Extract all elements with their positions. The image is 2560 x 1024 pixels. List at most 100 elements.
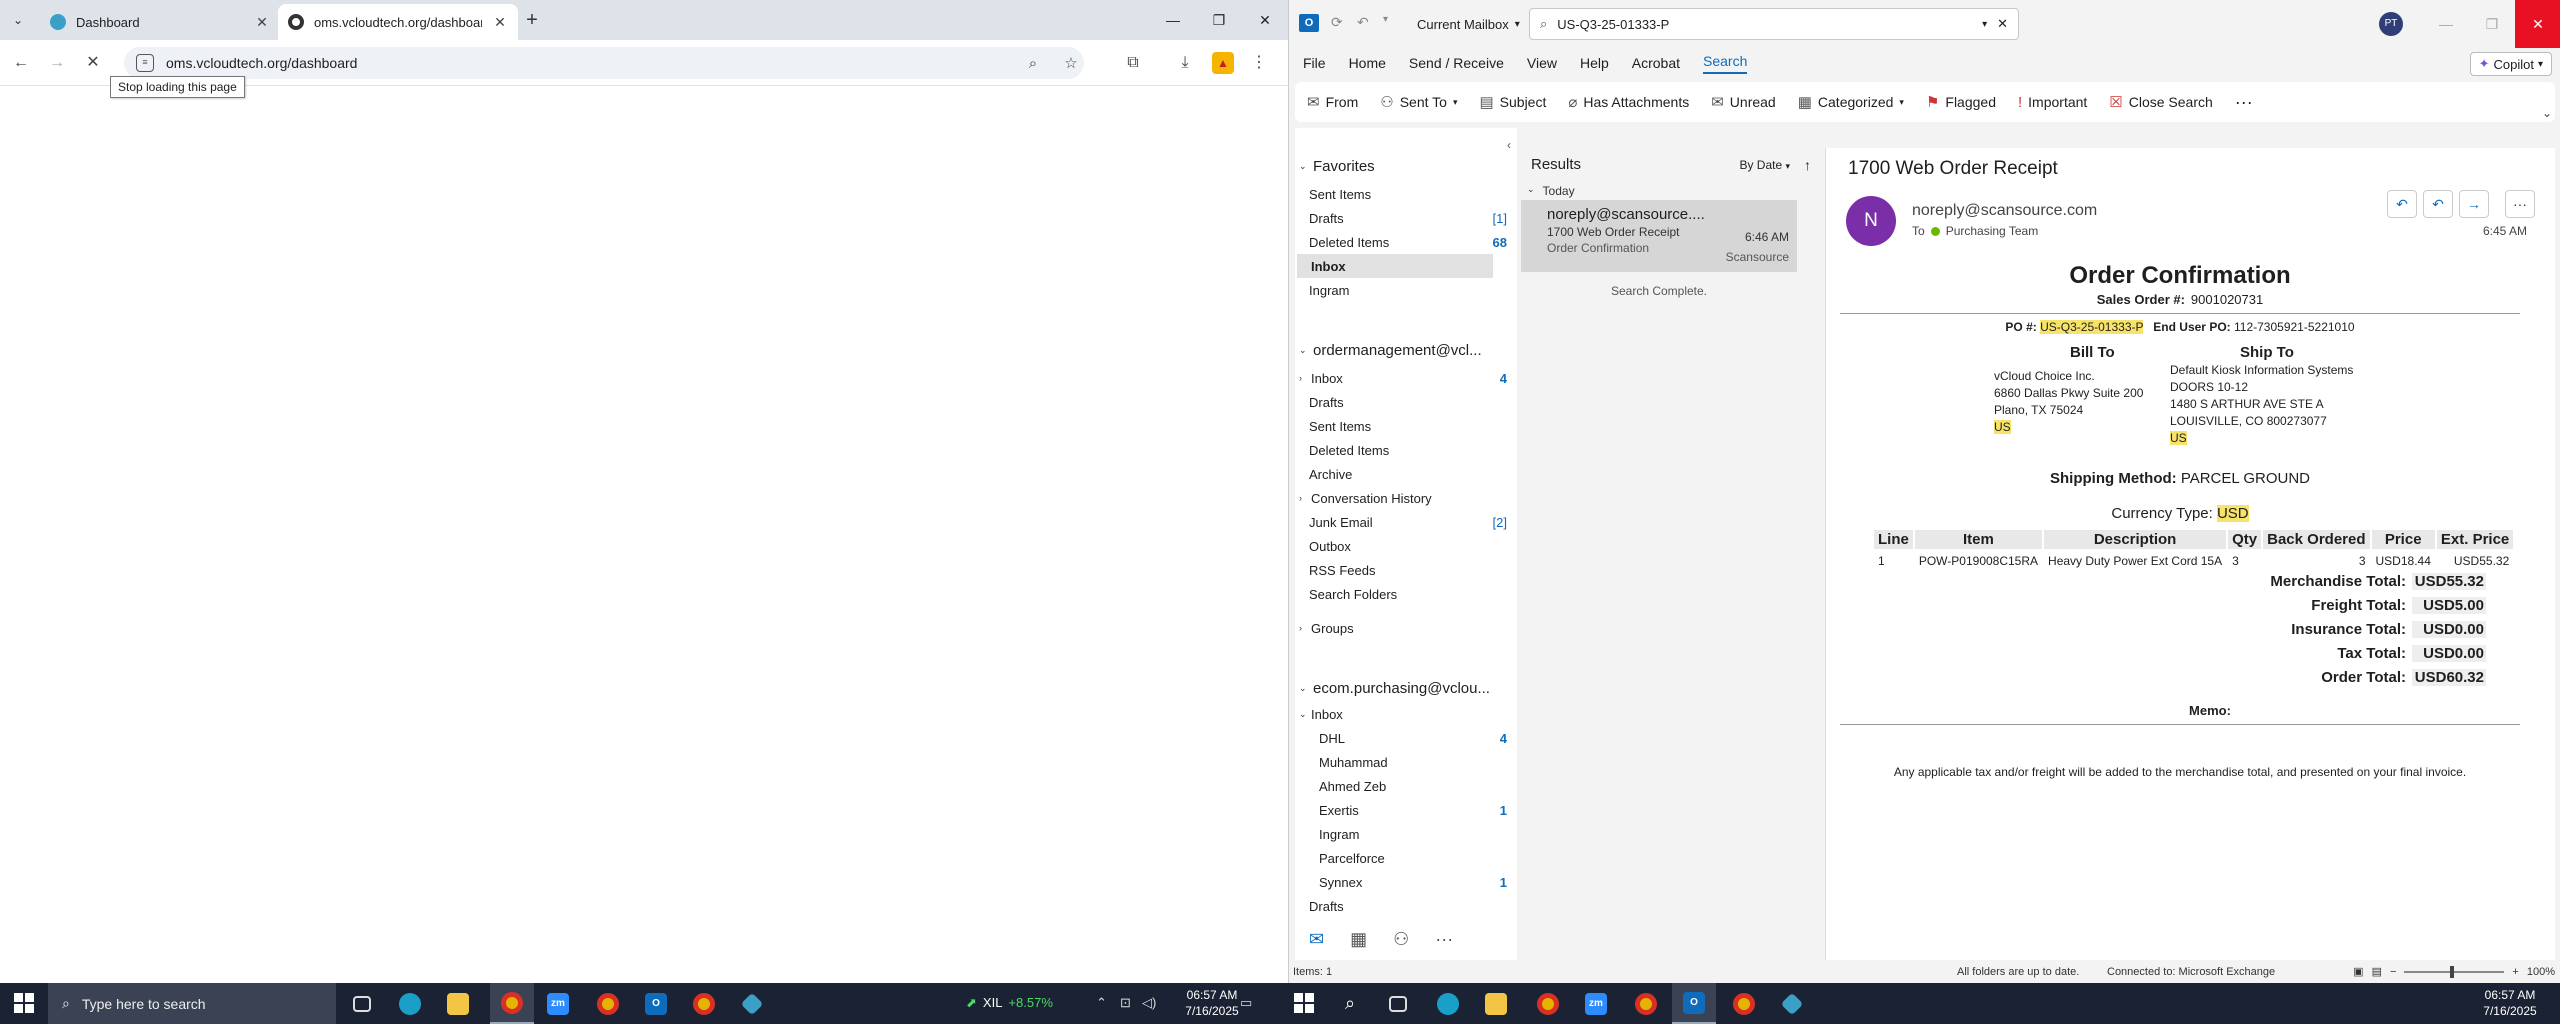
- from-filter-button[interactable]: ✉ From: [1303, 93, 1362, 111]
- volume-icon[interactable]: ◁): [1142, 995, 1156, 1011]
- sender-email[interactable]: noreply@scansource.com: [1912, 202, 2097, 220]
- tab-file[interactable]: File: [1303, 55, 1326, 71]
- tab-send-receive[interactable]: Send / Receive: [1409, 55, 1504, 71]
- folder-groups[interactable]: › Groups: [1295, 616, 1517, 640]
- outlook-taskbar-icon[interactable]: O: [634, 983, 678, 1024]
- app-diamond-icon[interactable]: [730, 983, 774, 1024]
- folder-muhammad[interactable]: Muhammad: [1295, 750, 1517, 774]
- file-explorer-icon[interactable]: [1474, 983, 1518, 1024]
- categorized-filter-button[interactable]: ▦ Categorized ▾: [1794, 93, 1908, 111]
- sent-to-filter-button[interactable]: ⚇ Sent To ▾: [1376, 93, 1461, 111]
- close-window-icon[interactable]: ✕: [1242, 0, 1288, 40]
- forward-icon[interactable]: →: [2459, 190, 2489, 218]
- folder-deleted-items[interactable]: Deleted Items: [1295, 438, 1517, 462]
- tab-search-chevron-icon[interactable]: ⌄: [8, 10, 28, 30]
- windows-start-icon[interactable]: [1294, 993, 1314, 1013]
- folder-conversation-history[interactable]: › Conversation History: [1295, 486, 1517, 510]
- tray-chevron-icon[interactable]: ⌃: [1096, 995, 1107, 1011]
- notifications-icon[interactable]: ▭: [1240, 995, 1252, 1011]
- close-tab-icon[interactable]: ✕: [492, 14, 508, 31]
- ribbon-more-icon[interactable]: ···: [2231, 92, 2257, 113]
- chrome-profile-icon[interactable]: [682, 983, 726, 1024]
- folder-deleted-items[interactable]: Deleted Items 68: [1295, 230, 1517, 254]
- folder-search-folders[interactable]: Search Folders: [1295, 582, 1517, 606]
- back-arrow-icon[interactable]: ←: [10, 52, 32, 74]
- folder-drafts[interactable]: Drafts [1]: [1295, 206, 1517, 230]
- search-icon[interactable]: ⌕: [1328, 983, 1372, 1024]
- folder-drafts[interactable]: Drafts: [1295, 390, 1517, 414]
- favorites-header[interactable]: ⌄ Favorites: [1295, 158, 1375, 175]
- windows-start-icon[interactable]: [14, 993, 34, 1013]
- folder-junk-email[interactable]: Junk Email [2]: [1295, 510, 1517, 534]
- people-icon[interactable]: ⚇: [1393, 929, 1409, 950]
- folder-inbox[interactable]: ⌄ Inbox: [1295, 702, 1517, 726]
- edge-browser-icon[interactable]: [388, 983, 432, 1024]
- zoom-magnifier-icon[interactable]: ⌕: [1020, 55, 1046, 72]
- chevron-right-icon[interactable]: ›: [1299, 373, 1309, 383]
- zoom-slider[interactable]: [2404, 965, 2505, 978]
- restore-icon[interactable]: ❐: [1196, 0, 1242, 40]
- chevron-right-icon[interactable]: ›: [1299, 623, 1309, 633]
- account-ecom-purchasing-header[interactable]: ⌄ ecom.purchasing@vclou...: [1295, 680, 1490, 697]
- folder-rss-feeds[interactable]: RSS Feeds: [1295, 558, 1517, 582]
- app-diamond-icon[interactable]: [1770, 983, 1814, 1024]
- close-search-button[interactable]: ☒ Close Search: [2105, 93, 2217, 111]
- folder-sent-items[interactable]: Sent Items: [1295, 182, 1517, 206]
- search-options-chevron-icon[interactable]: ▾: [1982, 19, 1987, 30]
- recipient-name[interactable]: Purchasing Team: [1946, 224, 2039, 238]
- folder-synnex[interactable]: Synnex 1: [1295, 870, 1517, 894]
- extensions-puzzle-icon[interactable]: ⧉: [1122, 52, 1144, 74]
- chrome-tab-dashboard[interactable]: Dashboard ✕: [40, 4, 280, 40]
- zoom-in-icon[interactable]: +: [2512, 966, 2518, 978]
- chevron-down-icon[interactable]: ⌄: [1299, 709, 1309, 720]
- folder-ingram[interactable]: Ingram: [1295, 822, 1517, 846]
- taskbar-search-box[interactable]: ⌕ Type here to search: [48, 983, 336, 1024]
- extension-badge-icon[interactable]: ▲: [1212, 52, 1234, 74]
- chrome-menu-kebab-icon[interactable]: ⋮: [1248, 52, 1270, 74]
- folder-dhl[interactable]: DHL 4: [1295, 726, 1517, 750]
- stop-loading-icon[interactable]: ✕: [82, 52, 104, 74]
- folder-ahmed-zeb[interactable]: Ahmed Zeb: [1295, 774, 1517, 798]
- sort-dropdown[interactable]: By Date ▾: [1739, 158, 1790, 172]
- chrome-tab-oms[interactable]: oms.vcloudtech.org/dashboard ✕: [278, 4, 518, 40]
- outlook-taskbar-icon[interactable]: O: [1672, 983, 1716, 1024]
- search-scope-dropdown[interactable]: Current Mailbox ▾: [1409, 10, 1528, 38]
- sync-icon[interactable]: ⟳: [1331, 14, 1343, 31]
- clear-search-icon[interactable]: ✕: [1997, 16, 2008, 32]
- minimize-icon[interactable]: —: [2423, 0, 2469, 48]
- mail-icon[interactable]: ✉: [1309, 929, 1324, 950]
- reply-all-icon[interactable]: ↶: [2423, 190, 2453, 218]
- search-input[interactable]: US-Q3-25-01333-P: [1557, 17, 1972, 32]
- flagged-filter-button[interactable]: ⚑ Flagged: [1922, 93, 2000, 111]
- folder-inbox[interactable]: › Inbox 4: [1295, 366, 1517, 390]
- important-filter-button[interactable]: ! Important: [2014, 94, 2091, 111]
- folder-exertis[interactable]: Exertis 1: [1295, 798, 1517, 822]
- tab-search[interactable]: Search: [1703, 53, 1748, 74]
- more-actions-icon[interactable]: ···: [2505, 190, 2535, 218]
- qat-dropdown-icon[interactable]: ▾: [1383, 14, 1388, 25]
- reply-icon[interactable]: ↶: [2387, 190, 2417, 218]
- chrome-profile-icon[interactable]: [1624, 983, 1668, 1024]
- message-item[interactable]: noreply@scansource.... 1700 Web Order Re…: [1521, 200, 1797, 272]
- unread-filter-button[interactable]: ✉ Unread: [1707, 93, 1780, 111]
- site-info-icon[interactable]: ≡: [136, 54, 154, 72]
- folder-drafts[interactable]: Drafts: [1295, 894, 1517, 918]
- normal-view-icon[interactable]: ▣: [2353, 965, 2363, 978]
- group-header-today[interactable]: ⌄ Today: [1527, 184, 1575, 198]
- new-tab-plus-icon[interactable]: +: [522, 10, 542, 30]
- chrome-profile-icon[interactable]: [586, 983, 630, 1024]
- tab-view[interactable]: View: [1527, 55, 1557, 71]
- folder-outbox[interactable]: Outbox: [1295, 534, 1517, 558]
- zoom-app-icon[interactable]: zm: [1574, 983, 1618, 1024]
- zoom-out-icon[interactable]: −: [2390, 966, 2396, 978]
- chevron-right-icon[interactable]: ›: [1299, 493, 1309, 503]
- address-bar[interactable]: ≡ oms.vcloudtech.org/dashboard ⌕ ☆: [124, 47, 1084, 79]
- chrome-profile-icon[interactable]: [1722, 983, 1766, 1024]
- folder-ingram[interactable]: Ingram: [1295, 278, 1517, 302]
- more-apps-icon[interactable]: ···: [1435, 929, 1453, 950]
- folder-archive[interactable]: Archive: [1295, 462, 1517, 486]
- taskbar-clock[interactable]: 06:57 AM 7/16/2025: [2470, 987, 2550, 1019]
- forward-arrow-icon[interactable]: →: [46, 52, 68, 74]
- close-window-icon[interactable]: ✕: [2515, 0, 2560, 48]
- has-attachments-filter-button[interactable]: ⌀ Has Attachments: [1564, 93, 1693, 111]
